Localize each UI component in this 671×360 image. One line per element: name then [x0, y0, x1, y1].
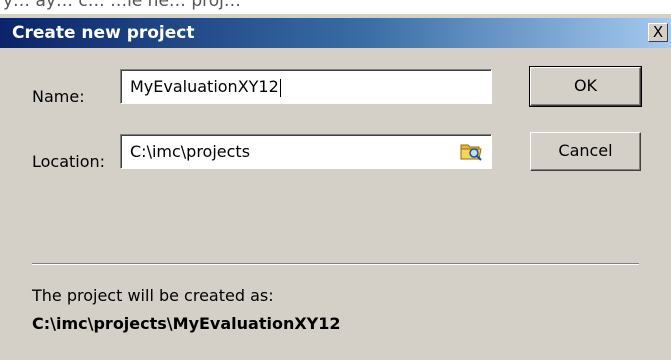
name-input-value: MyEvaluationXY12: [130, 77, 279, 96]
background-window-text: y… ay… c… …ie ne… proj…: [3, 0, 241, 11]
close-icon: X: [652, 23, 664, 41]
result-path: C:\imc\projects\MyEvaluationXY12: [32, 314, 341, 333]
folder-browse-icon[interactable]: [459, 140, 483, 162]
ok-button[interactable]: OK: [529, 66, 642, 107]
name-label: Name:: [32, 87, 85, 106]
background-window-strip: y… ay… c… …ie ne… proj…: [0, 0, 671, 14]
text-caret: [279, 78, 281, 97]
result-caption: The project will be created as:: [32, 286, 274, 305]
cancel-button[interactable]: Cancel: [530, 132, 641, 171]
close-button[interactable]: X: [648, 23, 668, 42]
location-input[interactable]: C:\imc\projects: [120, 134, 492, 169]
ok-button-label: OK: [573, 76, 598, 95]
dialog-title: Create new project: [12, 23, 195, 43]
cancel-button-label: Cancel: [558, 141, 613, 160]
location-input-value: C:\imc\projects: [130, 142, 251, 161]
name-input[interactable]: MyEvaluationXY12: [120, 69, 492, 104]
location-label: Location:: [32, 152, 106, 171]
separator-line: [32, 263, 639, 265]
title-bar[interactable]: Create new project X: [0, 18, 671, 48]
create-project-dialog: Create new project X Name: MyEvaluationX…: [0, 14, 671, 360]
